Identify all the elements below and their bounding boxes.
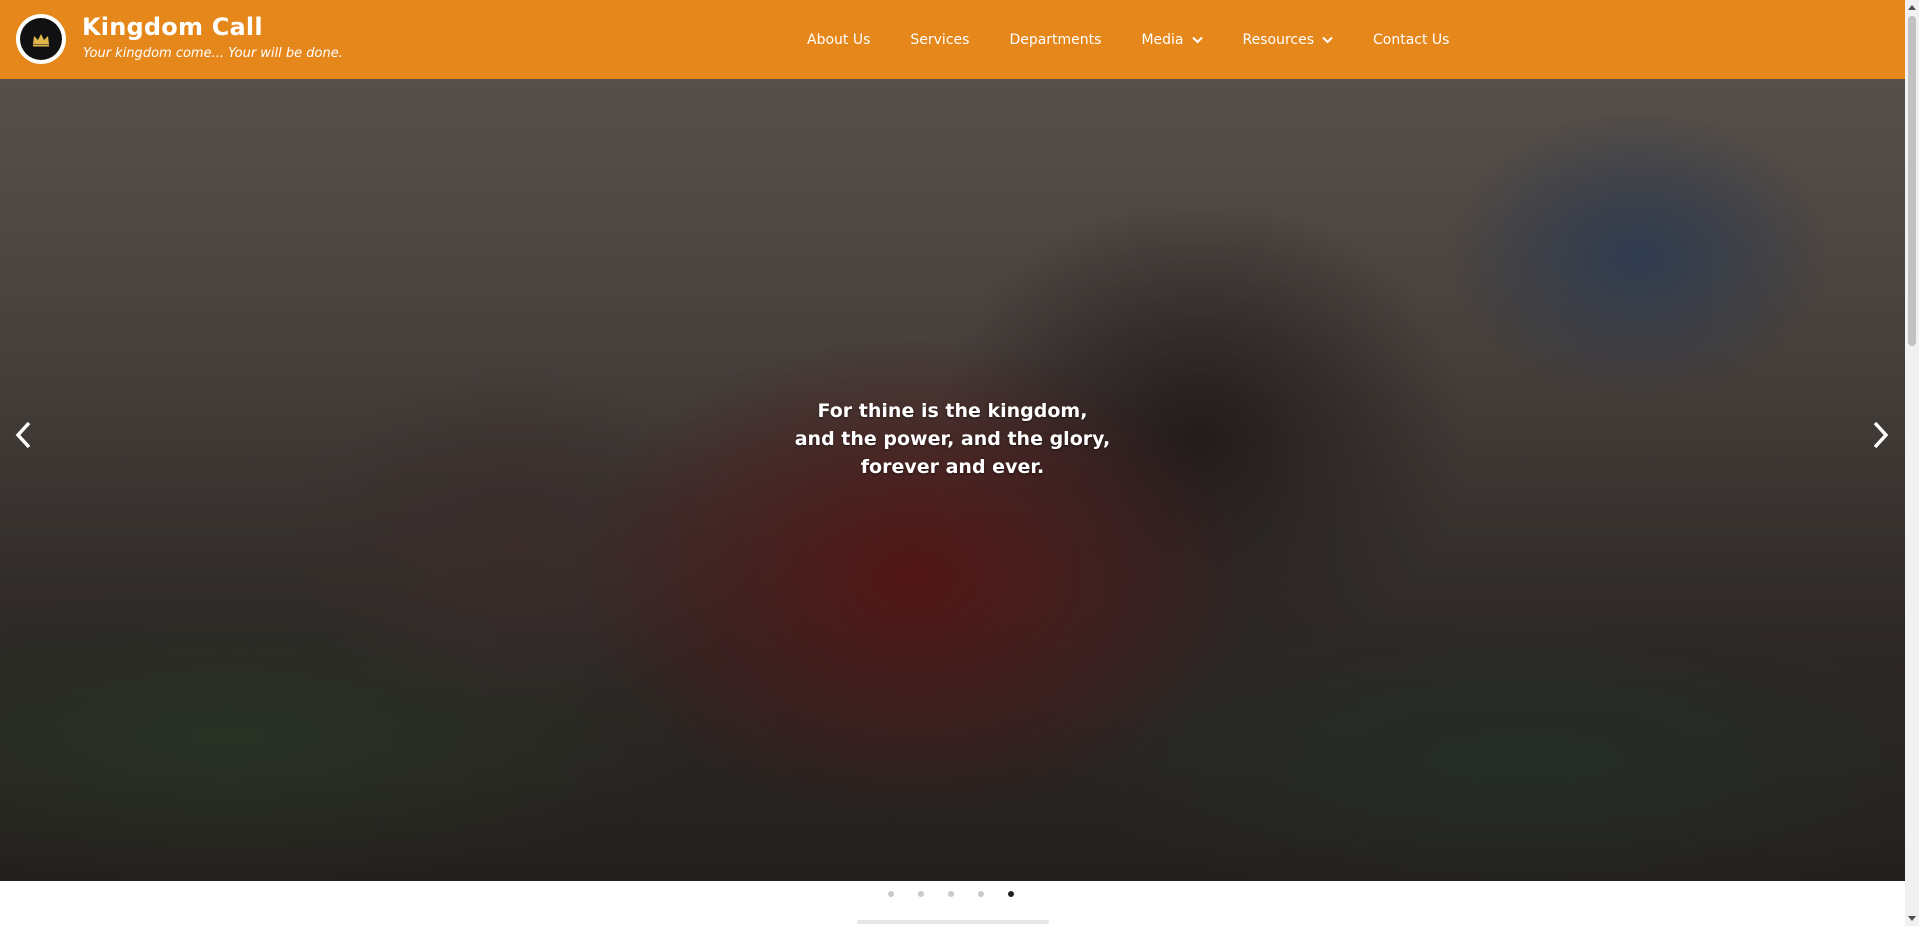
nav-item-media[interactable]: Media bbox=[1141, 31, 1203, 48]
scroll-down-icon[interactable] bbox=[1905, 912, 1919, 926]
nav-item-label: Resources bbox=[1242, 31, 1315, 48]
nav-item-contact-us[interactable]: Contact Us bbox=[1373, 32, 1449, 48]
hero-carousel: For thine is the kingdom, and the power,… bbox=[0, 79, 1905, 881]
brand-title[interactable]: Kingdom Call bbox=[82, 13, 263, 41]
nav-item-services[interactable]: Services bbox=[910, 32, 969, 48]
nav-item-about-us[interactable]: About Us bbox=[807, 32, 870, 48]
carousel-dot[interactable] bbox=[978, 891, 984, 897]
logo[interactable] bbox=[16, 14, 66, 64]
carousel-next-button[interactable] bbox=[1866, 417, 1896, 457]
nav-item-label: Contact Us bbox=[1373, 31, 1450, 48]
chevron-down-icon bbox=[1322, 36, 1333, 44]
carousel-prev-button[interactable] bbox=[8, 417, 38, 457]
scroll-up-icon[interactable] bbox=[1905, 0, 1919, 14]
carousel-indicators bbox=[888, 891, 1038, 897]
caption-line: and the power, and the glory, bbox=[794, 428, 1111, 450]
nav-item-label: Media bbox=[1141, 31, 1184, 48]
carousel-dot[interactable] bbox=[918, 891, 924, 897]
nav-item-departments[interactable]: Departments bbox=[1009, 32, 1101, 48]
carousel-dot[interactable] bbox=[1008, 891, 1014, 897]
caption-line: For thine is the kingdom, bbox=[817, 400, 1088, 422]
hero-caption: For thine is the kingdom, and the power,… bbox=[0, 397, 1905, 481]
page-scrollbar[interactable] bbox=[1905, 0, 1919, 926]
chevron-down-icon bbox=[1191, 36, 1203, 44]
brand-tagline: Your kingdom come... Your will be done. bbox=[83, 46, 343, 61]
chevron-right-icon bbox=[1872, 421, 1890, 453]
chevron-left-icon bbox=[14, 421, 32, 453]
nav-item-label: Services bbox=[910, 31, 970, 48]
scrollbar-thumb[interactable] bbox=[1908, 16, 1916, 346]
nav-item-label: About Us bbox=[807, 31, 871, 48]
section-divider bbox=[857, 920, 1049, 924]
carousel-dot[interactable] bbox=[948, 891, 954, 897]
main-nav: About Us Services Departments Media Reso… bbox=[807, 0, 1489, 79]
nav-item-label: Departments bbox=[1009, 31, 1102, 48]
nav-item-resources[interactable]: Resources bbox=[1243, 32, 1334, 48]
carousel-dot[interactable] bbox=[888, 891, 894, 897]
caption-line: forever and ever. bbox=[860, 456, 1045, 478]
crown-icon bbox=[20, 18, 62, 60]
site-header: Kingdom Call Your kingdom come... Your w… bbox=[0, 0, 1905, 79]
